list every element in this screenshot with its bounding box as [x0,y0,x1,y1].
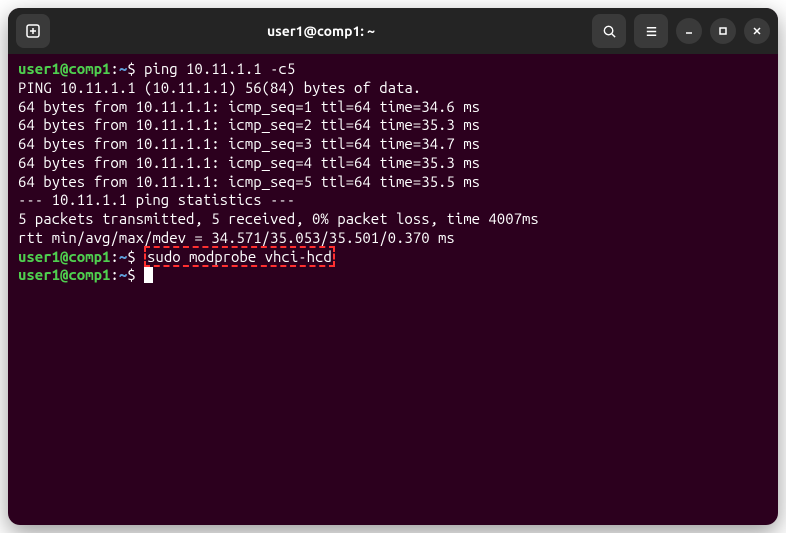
prompt-path: ~ [119,60,127,77]
terminal-line: 64 bytes from 10.11.1.1: icmp_seq=1 ttl=… [18,98,768,117]
terminal-line: user1@comp1:~$ [18,266,768,285]
terminal-line: PING 10.11.1.1 (10.11.1.1) 56(84) bytes … [18,79,768,98]
maximize-icon [718,26,728,36]
new-tab-button[interactable] [16,14,50,48]
command-text: ping 10.11.1.1 -c5 [144,60,295,77]
search-button[interactable] [592,14,626,48]
terminal-line: 64 bytes from 10.11.1.1: icmp_seq=5 ttl=… [18,173,768,192]
window-title: user1@comp1: ~ [58,23,584,39]
close-icon [752,26,762,36]
terminal-window: user1@comp1: ~ [8,8,778,525]
terminal-output[interactable]: user1@comp1:~$ ping 10.11.1.1 -c5PING 10… [8,54,778,525]
hamburger-icon [644,24,659,39]
menu-button[interactable] [634,14,668,48]
prompt-user: user1@comp1 [18,60,110,77]
prompt-user: user1@comp1 [18,266,110,283]
terminal-line: 64 bytes from 10.11.1.1: icmp_seq=3 ttl=… [18,135,768,154]
minimize-icon [684,26,694,36]
titlebar: user1@comp1: ~ [8,8,778,54]
terminal-line: rtt min/avg/max/mdev = 34.571/35.053/35.… [18,229,768,248]
terminal-line: 64 bytes from 10.11.1.1: icmp_seq=4 ttl=… [18,154,768,173]
terminal-line: --- 10.11.1.1 ping statistics --- [18,191,768,210]
highlighted-command: sudo modprobe vhci-hcd [144,246,335,267]
terminal-line: 64 bytes from 10.11.1.1: icmp_seq=2 ttl=… [18,116,768,135]
prompt-user: user1@comp1 [18,248,110,265]
close-button[interactable] [744,18,770,44]
minimize-button[interactable] [676,18,702,44]
prompt-path: ~ [119,266,127,283]
new-tab-icon [25,23,41,39]
terminal-line: 5 packets transmitted, 5 received, 0% pa… [18,210,768,229]
terminal-line: user1@comp1:~$ ping 10.11.1.1 -c5 [18,60,768,79]
terminal-line: user1@comp1:~$ sudo modprobe vhci-hcd [18,248,768,267]
search-icon [602,24,617,39]
prompt-path: ~ [119,248,127,265]
cursor [144,267,153,283]
maximize-button[interactable] [710,18,736,44]
